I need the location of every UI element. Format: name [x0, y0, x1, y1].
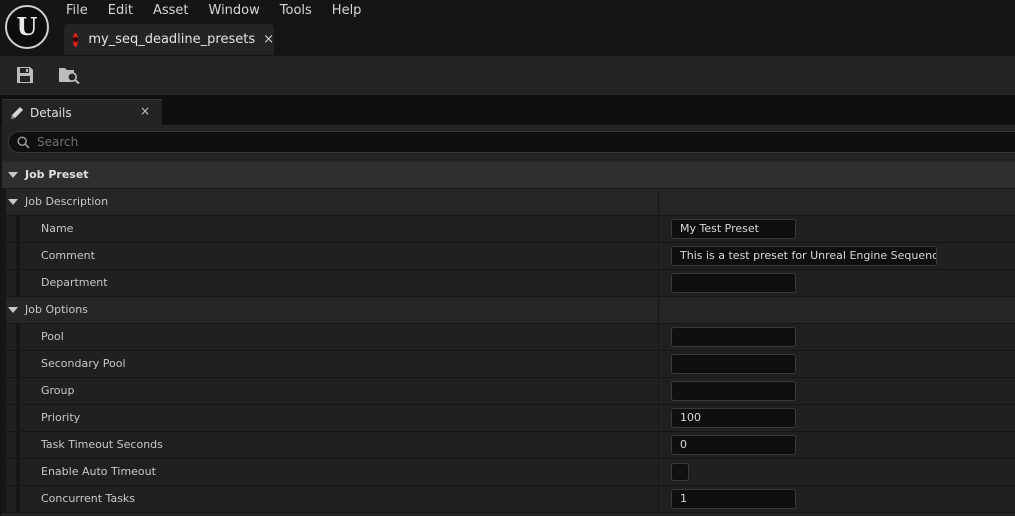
- column-splitter[interactable]: [658, 270, 659, 297]
- column-splitter[interactable]: [658, 405, 659, 432]
- subcategory-label: Job Description: [25, 195, 109, 208]
- property-row-comment: Comment This is a test preset for Unreal…: [2, 243, 1015, 270]
- search-bar: [8, 131, 1015, 153]
- property-row-concurrent-tasks: Concurrent Tasks 1: [2, 486, 1015, 513]
- name-field[interactable]: My Test Preset: [671, 219, 796, 239]
- details-tab-label: Details: [30, 105, 72, 120]
- column-splitter[interactable]: [658, 378, 659, 405]
- property-label: Concurrent Tasks: [41, 492, 136, 505]
- pencil-icon: [11, 106, 23, 119]
- property-row-secondary-pool: Secondary Pool: [2, 351, 1015, 378]
- column-splitter[interactable]: [658, 324, 659, 351]
- category-label: Job Preset: [25, 168, 89, 181]
- column-splitter[interactable]: [658, 216, 659, 243]
- property-row-group: Group: [2, 378, 1015, 405]
- property-row-department: Department: [2, 270, 1015, 297]
- menu-edit[interactable]: Edit: [98, 0, 143, 22]
- property-label: Enable Auto Timeout: [41, 465, 156, 478]
- save-icon: [17, 67, 33, 83]
- property-label: Department: [41, 276, 108, 289]
- menu-window[interactable]: Window: [199, 0, 270, 22]
- menu-file[interactable]: File: [56, 0, 98, 22]
- column-splitter[interactable]: [658, 351, 659, 378]
- subcategory-job-description[interactable]: Job Description: [2, 189, 1015, 216]
- menu-asset[interactable]: Asset: [143, 0, 199, 22]
- property-label: Secondary Pool: [41, 357, 126, 370]
- column-splitter[interactable]: [658, 189, 659, 216]
- save-button[interactable]: [13, 64, 37, 86]
- document-tab-label: my_seq_deadline_presets: [88, 32, 256, 47]
- property-row-priority: Priority 100: [2, 405, 1015, 432]
- title-bar: U File Edit Asset Window Tools Help my_s…: [0, 0, 1015, 56]
- department-field[interactable]: [671, 273, 796, 293]
- property-label: Comment: [41, 249, 95, 262]
- column-splitter[interactable]: [658, 297, 659, 324]
- category-job-preset[interactable]: Job Preset: [2, 162, 1015, 189]
- search-input[interactable]: [37, 133, 1007, 151]
- comment-field[interactable]: This is a test preset for Unreal Engine …: [671, 246, 937, 266]
- chevron-down-icon[interactable]: [8, 307, 18, 313]
- subcategory-job-options[interactable]: Job Options: [2, 297, 1015, 324]
- secondary-pool-field[interactable]: [671, 354, 796, 374]
- panel-tab-bar: Details ×: [0, 95, 1015, 125]
- document-tab[interactable]: my_seq_deadline_presets ×: [64, 24, 274, 55]
- property-row-enable-auto-timeout: Enable Auto Timeout: [2, 459, 1015, 486]
- close-icon[interactable]: ×: [263, 32, 274, 47]
- group-field[interactable]: [671, 381, 796, 401]
- asset-toolbar: [0, 56, 1015, 95]
- browse-to-asset-button[interactable]: [57, 64, 81, 86]
- menu-bar: File Edit Asset Window Tools Help: [56, 0, 371, 22]
- property-row-name: Name My Test Preset: [2, 216, 1015, 243]
- property-list: Job Preset Job Description Name My Test …: [2, 162, 1015, 513]
- chevron-down-icon[interactable]: [8, 199, 18, 205]
- details-tab[interactable]: Details ×: [2, 99, 162, 125]
- property-row-pool: Pool: [2, 324, 1015, 351]
- unreal-logo-icon[interactable]: U: [5, 5, 49, 49]
- menu-help[interactable]: Help: [322, 0, 372, 22]
- enable-auto-timeout-checkbox[interactable]: [671, 463, 689, 481]
- concurrent-tasks-field[interactable]: 1: [671, 489, 796, 509]
- property-row-task-timeout-seconds: Task Timeout Seconds 0: [2, 432, 1015, 459]
- property-label: Priority: [41, 411, 81, 424]
- priority-field[interactable]: 100: [671, 408, 796, 428]
- column-splitter[interactable]: [658, 432, 659, 459]
- menu-tools[interactable]: Tools: [270, 0, 322, 22]
- property-label: Pool: [41, 330, 64, 343]
- column-splitter[interactable]: [658, 486, 659, 513]
- pool-field[interactable]: [671, 327, 796, 347]
- data-asset-icon: [73, 32, 79, 47]
- close-icon[interactable]: ×: [140, 104, 150, 118]
- task-timeout-seconds-field[interactable]: 0: [671, 435, 796, 455]
- chevron-down-icon[interactable]: [8, 172, 18, 178]
- column-splitter[interactable]: [658, 459, 659, 486]
- property-label: Task Timeout Seconds: [41, 438, 163, 451]
- browse-to-asset-icon: [59, 68, 80, 84]
- property-label: Name: [41, 222, 74, 235]
- details-panel: Job Preset Job Description Name My Test …: [2, 125, 1015, 516]
- subcategory-label: Job Options: [25, 303, 88, 316]
- column-splitter[interactable]: [658, 243, 659, 270]
- search-icon: [17, 136, 30, 149]
- property-label: Group: [41, 384, 75, 397]
